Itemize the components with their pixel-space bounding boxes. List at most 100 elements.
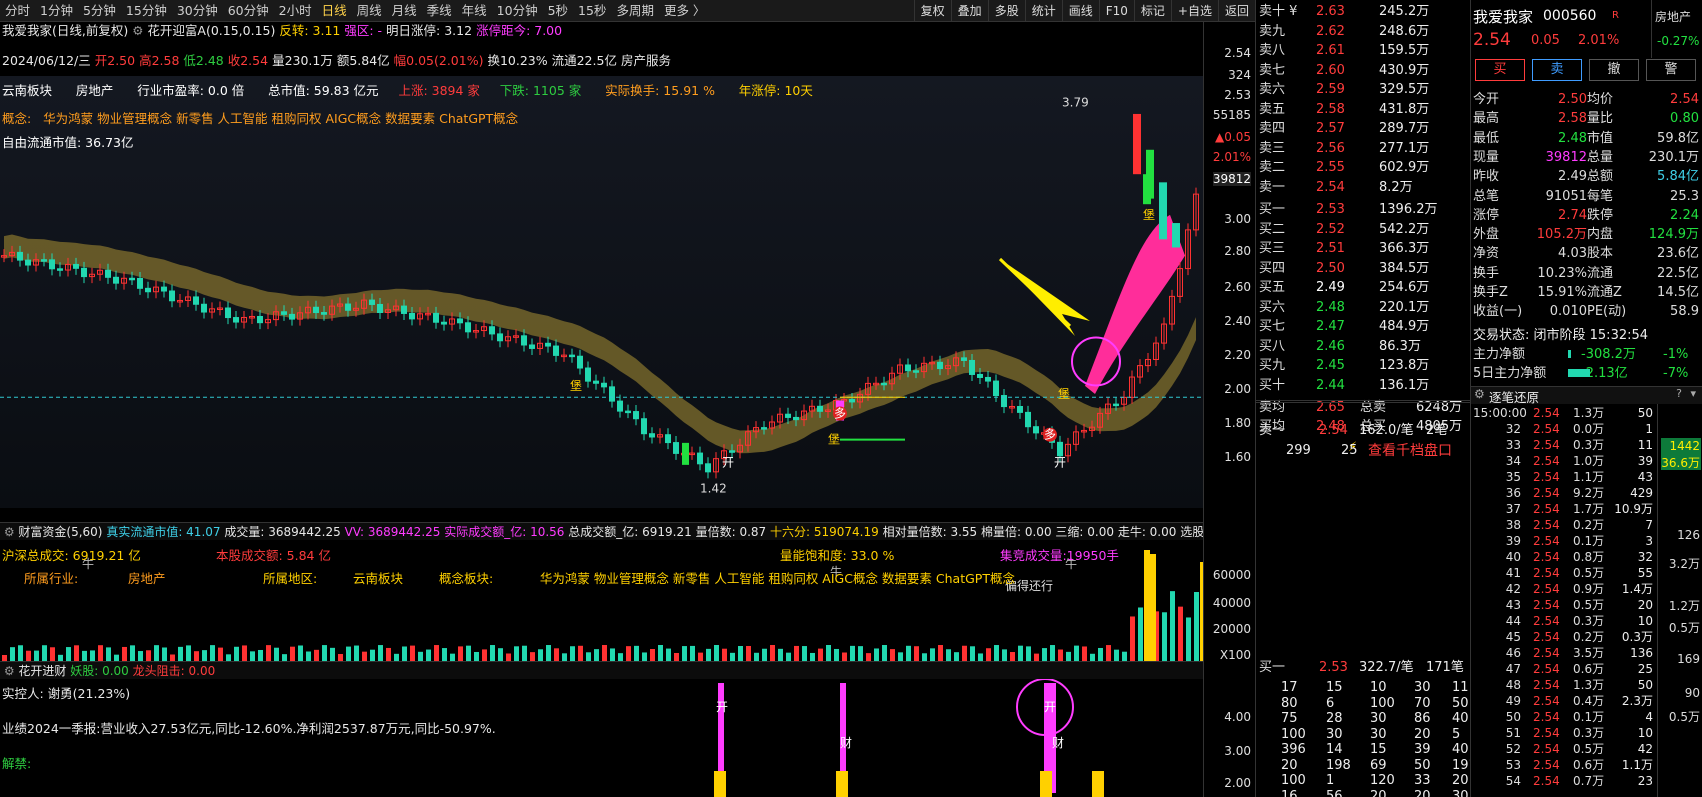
sub2-chart[interactable]: 开财 开财 [0, 679, 1203, 797]
period-tab[interactable]: 月线 [387, 0, 422, 22]
tick-cell: 49 [1505, 694, 1521, 708]
period-tab[interactable]: 30分钟 [172, 0, 223, 22]
bid-row-cell: 366.3万 [1379, 241, 1430, 256]
mingri: 明日涨停: 3.12 [386, 23, 473, 38]
toolbar-button[interactable]: F10 [1098, 0, 1134, 22]
toolbar-button[interactable]: 标记 [1133, 0, 1171, 22]
stat-row: 最高 2.58 量比 0.80 [1471, 109, 1702, 128]
bid-row: 买五 2.49 254.6万 [1256, 278, 1471, 297]
toolbar-button[interactable]: 叠加 [950, 0, 988, 22]
period-tab[interactable]: 10分钟 [492, 0, 543, 22]
sub1-title[interactable]: 财富资金(5,60) [18, 525, 102, 539]
ask-row: 卖九 2.62 248.6万 [1256, 22, 1471, 41]
period-tab[interactable]: 2小时 [274, 0, 317, 22]
period-tab[interactable]: 60分钟 [223, 0, 274, 22]
period-tab[interactable]: 5分钟 [78, 0, 121, 22]
sub1-reg-label: 所属地区: [262, 571, 318, 586]
tick-cell: 0.0万 [1573, 422, 1605, 436]
candle-body [649, 433, 655, 438]
flow-row: 主力净额 -308.2万 -1% [1471, 345, 1702, 364]
buy-button[interactable]: 买 [1475, 59, 1525, 81]
candle-body [433, 312, 439, 323]
candle-body [577, 355, 583, 369]
price-change: 0.05 [1531, 33, 1560, 48]
kline-chart[interactable]: 3.79 1.42 开开多多堡堡堡堡 [0, 76, 1203, 508]
candle-body [41, 259, 47, 262]
bid-row: 买九 2.45 123.8万 [1256, 356, 1471, 375]
period-tab[interactable]: 周线 [352, 0, 387, 22]
bid-row-cell: 136.1万 [1379, 377, 1430, 393]
ohlc-turn: 换10.23% [487, 53, 548, 68]
period-tab[interactable]: 15秒 [573, 0, 611, 22]
toolbar-button[interactable]: 画线 [1061, 0, 1099, 22]
period-tab[interactable]: 更多 〉 [659, 0, 710, 22]
volume-bar [1114, 649, 1119, 661]
volume-bar [234, 646, 239, 661]
volume-bar [674, 652, 679, 661]
sub1-jingjia: 集竞成交量:19950手 [999, 548, 1119, 563]
ohlc-amt: 额5.84亿 [336, 53, 390, 68]
volume-bar [954, 652, 959, 661]
ask-row-cell: 159.5万 [1379, 43, 1430, 58]
axis-label: ▲0.05 [1215, 130, 1251, 144]
period-tab[interactable]: 多周期 [611, 0, 659, 22]
toolbar-button[interactable]: 多股 [987, 0, 1025, 22]
ask-row-cell: 卖三 [1259, 140, 1286, 156]
settings-icon[interactable]: ⚙ [1474, 387, 1485, 401]
alert-button[interactable]: 警 [1646, 59, 1696, 81]
period-tab[interactable]: 年线 [457, 0, 492, 22]
settings-icon[interactable]: ⚙ [132, 23, 147, 38]
ask-row-cell: 卖十 ¥ [1259, 4, 1298, 19]
volume-bar [434, 645, 439, 661]
period-tab[interactable]: 5秒 [543, 0, 573, 22]
period-tab[interactable]: 1分钟 [35, 0, 78, 22]
candle-body [849, 399, 855, 403]
tick-cell: 2.54 [1533, 550, 1560, 564]
period-tab[interactable]: 15分钟 [121, 0, 172, 22]
volume-bar [778, 648, 783, 661]
divider [1256, 400, 1471, 401]
volume-bar [850, 645, 855, 661]
volume-bar [98, 645, 103, 661]
cancel-button[interactable]: 撤 [1589, 59, 1639, 81]
tick-cell: 2.54 [1533, 710, 1560, 724]
toolbar-button[interactable]: 返回 [1217, 0, 1255, 22]
info-mcap: 总市值: 59.83 亿元 [268, 83, 379, 98]
tick-cell: 0.8万 [1573, 550, 1605, 564]
volume-bar [1034, 653, 1039, 661]
settings-icon[interactable]: ⚙ [0, 525, 18, 539]
stat-row: 收益(一) 0.010 PE(动) 58.9 [1471, 302, 1702, 321]
help-icon[interactable]: ? [1676, 387, 1682, 400]
period-tab[interactable]: 季线 [422, 0, 457, 22]
volume-axis-label: 20000 [1212, 622, 1251, 636]
dropdown-icon[interactable]: ▾ [1690, 387, 1696, 400]
chart-label: 开 [1054, 455, 1066, 469]
volume-bar [562, 653, 567, 661]
volume-bar [474, 651, 479, 661]
volume-bar [770, 645, 775, 661]
toolbar-button[interactable]: 复权 [913, 0, 951, 22]
sell-button[interactable]: 卖 [1532, 59, 1582, 81]
settings-icon[interactable]: ⚙ [0, 664, 18, 678]
info-row-1: 云南板块 房地产 行业市盈率: 0.0 倍 总市值: 59.83 亿元 上涨: … [2, 80, 813, 99]
volume-bar [938, 645, 943, 661]
axis-label: 2.80 [1224, 244, 1251, 258]
volume-bar [650, 649, 655, 661]
volume-bar [490, 645, 495, 661]
candle-body [73, 263, 79, 269]
period-tab[interactable]: 分时 [0, 0, 35, 22]
volume-bar [994, 645, 999, 661]
indicator-name[interactable]: 花开迎富A(0.15,0.15) [147, 23, 275, 38]
sell1-row: 卖一 2.54 162.0/笔 2笔 [1256, 421, 1471, 440]
bid-row-cell: 123.8万 [1379, 358, 1430, 373]
tick-cell: 32 [1637, 550, 1653, 564]
period-tab[interactable]: 日线 [317, 0, 352, 22]
toolbar-button[interactable]: +自选 [1170, 0, 1218, 22]
info-region: 云南板块 [2, 83, 53, 98]
fanzhuan: 反转: 3.11 [279, 23, 341, 38]
stat-row: 今开 2.50 均价 2.54 [1471, 90, 1702, 109]
sub2-title[interactable]: 花开进财 [18, 664, 66, 678]
ask-row-cell: 卖八 [1259, 43, 1286, 58]
toolbar-button[interactable]: 统计 [1024, 0, 1062, 22]
candle-body [129, 277, 135, 281]
